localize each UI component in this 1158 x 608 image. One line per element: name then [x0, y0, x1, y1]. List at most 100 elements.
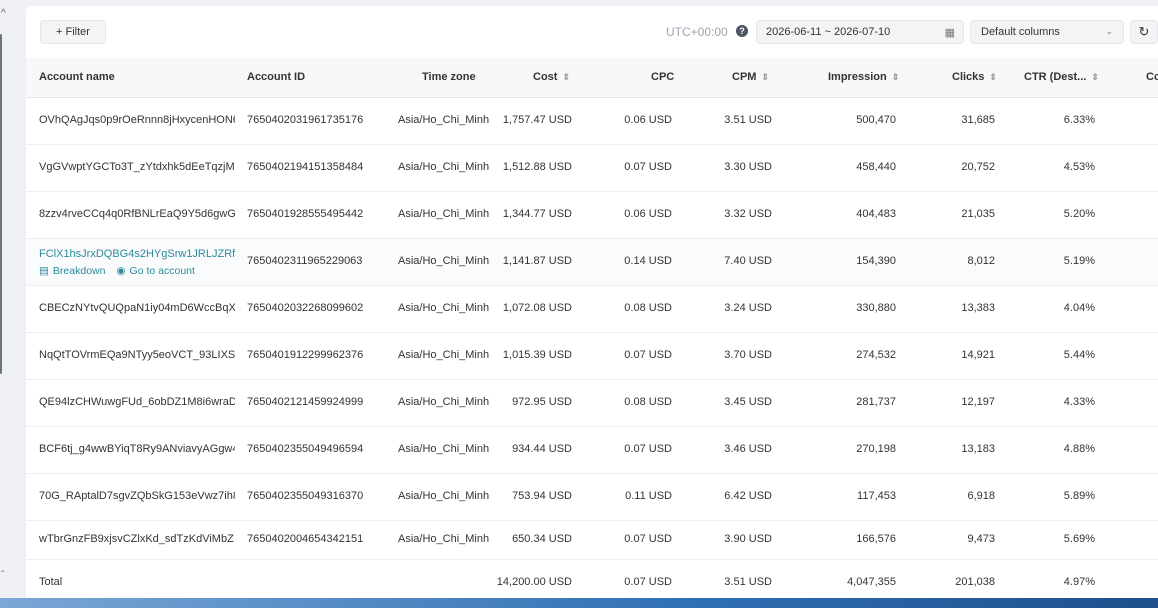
col-header-co[interactable]: Co [1146, 71, 1158, 83]
cpm: 3.90 USD [724, 533, 772, 545]
account-id: 7650401912299962376 [247, 349, 364, 361]
total-ctr: 4.97% [1063, 576, 1095, 588]
total-impression: 4,047,355 [847, 576, 896, 588]
cpc: 0.07 USD [624, 349, 672, 361]
cpc: 0.07 USD [624, 443, 672, 455]
cost: 1,141.87 USD [502, 255, 572, 267]
total-clicks: 201,038 [955, 576, 995, 588]
col-header-impression[interactable]: Impression ⇕ [828, 71, 899, 83]
table-row[interactable]: 70G_RAptalD7sgvZQbSkG153eVwz7ih8 7650402… [26, 474, 1158, 521]
impression: 330,880 [856, 302, 896, 314]
filter-button[interactable]: + Filter [40, 20, 106, 44]
impression: 274,532 [856, 349, 896, 361]
account-name[interactable]: QE94lzCHWuwgFUd_6obDZ1M8i6wraD0b [39, 396, 235, 408]
sort-icon[interactable]: ⇕ [1091, 72, 1099, 82]
sort-icon[interactable]: ⇕ [892, 72, 900, 82]
cpc: 0.14 USD [624, 255, 672, 267]
ctr: 4.33% [1063, 396, 1095, 408]
accounts-panel: + Filter UTC+00:00 ? 2026-06-11 ~ 2026-0… [26, 6, 1158, 598]
impression: 458,440 [856, 161, 896, 173]
time-zone: Asia/Ho_Chi_Minh [398, 443, 490, 455]
rail-chevron-down-icon[interactable]: ˇ [1, 570, 4, 581]
account-name[interactable]: NqQtTOVrmEQa9NTyy5eoVCT_93LIXSeZ [39, 349, 235, 361]
time-zone: Asia/Ho_Chi_Minh [398, 490, 490, 502]
date-range-picker[interactable]: 2026-06-11 ~ 2026-07-10 ▦ [756, 20, 964, 44]
question-circle-icon[interactable]: ? [736, 25, 748, 37]
eye-icon: ◉ [116, 265, 126, 277]
clicks: 12,197 [961, 396, 995, 408]
sort-icon[interactable]: ⇕ [989, 72, 997, 82]
ctr: 5.20% [1063, 208, 1095, 220]
account-name[interactable]: BCF6tj_g4wwBYiqT8Ry9ANviavyAGgw4 [39, 443, 235, 455]
refresh-button[interactable]: ↻ [1130, 20, 1158, 44]
table-row[interactable]: OVhQAgJqs0p9rOeRnnn8jHxycenHON6q 7650402… [26, 98, 1158, 145]
account-name[interactable]: VgGVwptYGCTo3T_zYtdxhk5dEeTqzjMz [39, 161, 235, 173]
col-header-ctr-label: CTR (Dest... [1024, 71, 1087, 83]
chevron-down-icon: ⌄ [1105, 26, 1113, 36]
impression: 154,390 [856, 255, 896, 267]
breakdown-link[interactable]: ▤ Breakdown [39, 265, 105, 277]
clicks: 31,685 [961, 114, 995, 126]
account-name[interactable]: OVhQAgJqs0p9rOeRnnn8jHxycenHON6q [39, 114, 235, 126]
cpc: 0.06 USD [624, 114, 672, 126]
total-cpc: 0.07 USD [624, 576, 672, 588]
col-header-cpm-label: CPM [732, 71, 757, 83]
cpc: 0.08 USD [624, 302, 672, 314]
clicks: 9,473 [967, 533, 995, 545]
table-row[interactable]: 8zzv4rveCCq4q0RfBNLrEaQ9Y5d6gwGv 7650401… [26, 192, 1158, 239]
go-to-account-label: Go to account [129, 265, 195, 277]
cpc: 0.06 USD [624, 208, 672, 220]
ctr: 4.88% [1063, 443, 1095, 455]
ctr: 5.89% [1063, 490, 1095, 502]
total-label: Total [39, 576, 63, 588]
time-zone: Asia/Ho_Chi_Minh [398, 302, 490, 314]
account-id: 7650401928555495442 [247, 208, 364, 220]
table-row[interactable]: NqQtTOVrmEQa9NTyy5eoVCT_93LIXSeZ 7650401… [26, 333, 1158, 380]
account-name[interactable]: wTbrGnzFB9xjsvCZlxKd_sdTzKdViMbZ [39, 533, 235, 545]
cpm: 3.46 USD [724, 443, 772, 455]
account-name[interactable]: 70G_RAptalD7sgvZQbSkG153eVwz7ih8 [39, 490, 235, 502]
col-header-account-name[interactable]: Account name [39, 71, 115, 83]
left-rail: ^ ˇ [0, 0, 26, 608]
table-row[interactable]: CBECzNYtvQUQpaN1iy04mD6WccBqXgkS 7650402… [26, 286, 1158, 333]
clicks: 13,383 [961, 302, 995, 314]
account-id: 7650402355049496594 [247, 443, 364, 455]
table-row[interactable]: QE94lzCHWuwgFUd_6obDZ1M8i6wraD0b 7650402… [26, 380, 1158, 427]
table-row[interactable]: VgGVwptYGCTo3T_zYtdxhk5dEeTqzjMz 7650402… [26, 145, 1158, 192]
time-zone: Asia/Ho_Chi_Minh [398, 114, 490, 126]
cost: 650.34 USD [512, 533, 572, 545]
cost: 753.94 USD [512, 490, 572, 502]
rail-scroll-indicator[interactable] [0, 34, 2, 374]
cost: 972.95 USD [512, 396, 572, 408]
col-header-clicks-label: Clicks [952, 71, 985, 83]
table-row[interactable]: wTbrGnzFB9xjsvCZlxKd_sdTzKdViMbZ 7650402… [26, 521, 1158, 560]
col-header-ctr[interactable]: CTR (Dest... ⇕ [1024, 71, 1099, 83]
col-header-account-id[interactable]: Account ID [247, 71, 305, 83]
account-name[interactable]: 8zzv4rveCCq4q0RfBNLrEaQ9Y5d6gwGv [39, 208, 235, 220]
sort-icon[interactable]: ⇕ [761, 72, 769, 82]
table-row[interactable]: BCF6tj_g4wwBYiqT8Ry9ANviavyAGgw4 7650402… [26, 427, 1158, 474]
table-row-hovered[interactable]: FClX1hsJrxDQBG4s2HYgSrw1JRLJZRfS ▤ Breakd… [26, 239, 1158, 286]
clicks: 6,918 [967, 490, 995, 502]
account-name-link[interactable]: FClX1hsJrxDQBG4s2HYgSrw1JRLJZRfS [39, 248, 235, 260]
cpm: 7.40 USD [724, 255, 772, 267]
columns-select-value: Default columns [981, 26, 1060, 38]
col-header-cost[interactable]: Cost ⇕ [533, 71, 570, 83]
account-name[interactable]: CBECzNYtvQUQpaN1iy04mD6WccBqXgkS [39, 302, 235, 314]
impression: 270,198 [856, 443, 896, 455]
rail-chevron-up-icon[interactable]: ^ [1, 8, 6, 19]
sort-icon[interactable]: ⇕ [562, 72, 570, 82]
col-header-clicks[interactable]: Clicks ⇕ [952, 71, 997, 83]
col-header-cpc[interactable]: CPC [651, 71, 674, 83]
ctr: 5.19% [1063, 255, 1095, 267]
col-header-time-zone[interactable]: Time zone [422, 71, 476, 83]
col-header-cpm[interactable]: CPM ⇕ [732, 71, 769, 83]
impression: 404,483 [856, 208, 896, 220]
cost: 1,072.08 USD [502, 302, 572, 314]
columns-select[interactable]: Default columns ⌄ [970, 20, 1124, 44]
go-to-account-link[interactable]: ◉ Go to account [116, 265, 195, 277]
clicks: 14,921 [961, 349, 995, 361]
timezone-label: UTC+00:00 [666, 25, 728, 39]
clicks: 20,752 [961, 161, 995, 173]
cpm: 6.42 USD [724, 490, 772, 502]
